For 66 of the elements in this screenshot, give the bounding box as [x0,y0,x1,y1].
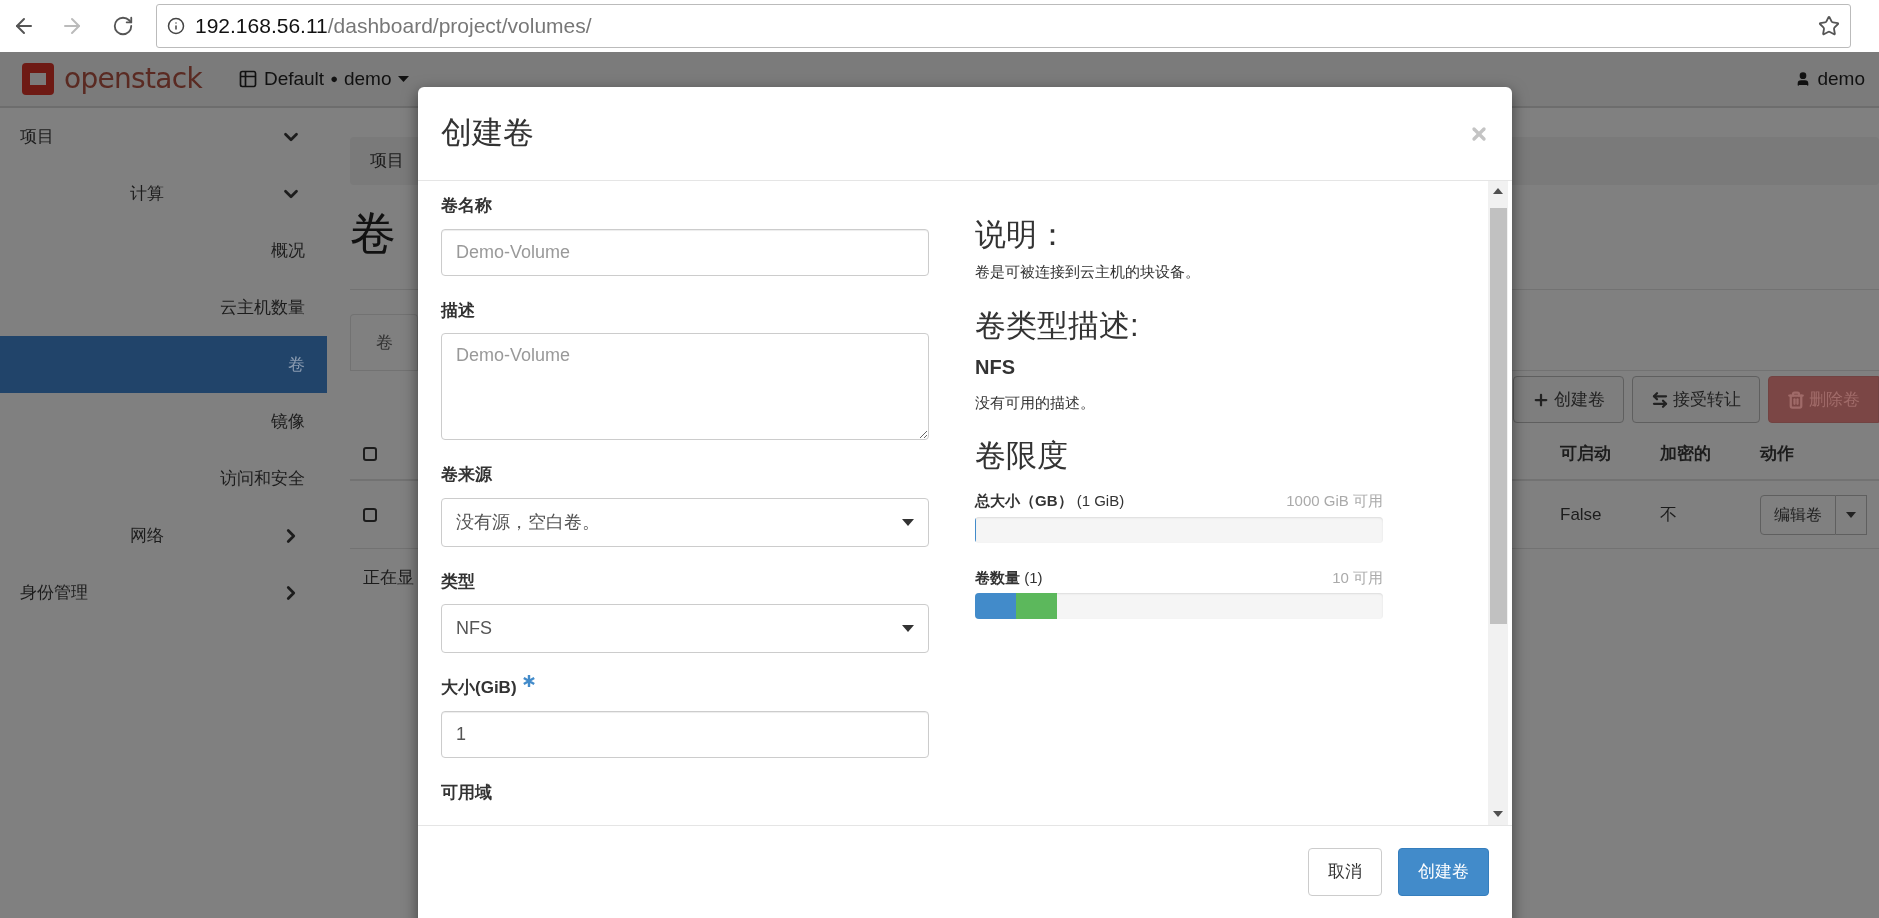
field-label: 大小(GiB) [441,677,517,699]
section-heading: 卷限度 [975,437,1069,475]
field-label: 可用域 [441,781,492,804]
sidebar-item[interactable]: 项目 [0,108,327,165]
column-header: 加密的 [1660,443,1712,466]
section-heading: 说明： [975,216,1069,254]
logo-icon [20,61,56,97]
page-title: 卷 [350,206,396,261]
limit-label: 卷数量 (1) [975,567,1043,588]
limit-available: 1000 GiB 可用 [1286,491,1383,511]
sidebar-item[interactable]: 云主机数量 [0,279,327,336]
sidebar-item[interactable]: 概况 [0,222,327,279]
logo-text: openstack [64,61,202,97]
scrollbar[interactable] [1488,181,1508,825]
project-selector[interactable]: Default ● demo [237,64,409,94]
modal-title: 创建卷 [441,114,534,153]
table-cell-text: 不 [1660,503,1678,526]
scroll-up-icon[interactable] [1493,188,1503,194]
description-text: 卷是可被连接到云主机的块设备。 [975,262,1201,282]
text-field[interactable]: 1 [441,710,929,758]
swap-arrows-icon [1651,390,1669,409]
caret-icon [397,76,409,82]
checkbox[interactable] [363,507,377,522]
action-button[interactable]: 创建卷 [1513,376,1624,423]
address-bar[interactable]: 192.168.56.11/dashboard/project/volumes/ [156,4,1851,48]
column-header: 可启动 [1560,443,1612,466]
scroll-down-icon[interactable] [1493,811,1503,817]
description-text: 没有可用的描述。 [975,392,1096,413]
sidebar-item[interactable]: 计算 [0,165,327,222]
reload-icon[interactable] [112,15,134,37]
sidebar-item[interactable]: 镜像 [0,393,327,450]
field-label: 卷来源 [441,464,492,486]
create-button[interactable]: 创建卷 [1398,848,1489,896]
text-field[interactable]: Demo-Volume [441,228,929,276]
caret-icon [902,625,914,632]
select-field[interactable]: 没有源，空白卷。 [441,497,929,547]
textarea-field[interactable]: Demo-Volume [441,333,929,440]
action-button[interactable]: 接受转让 [1632,376,1760,423]
field-label: 描述 [441,299,475,322]
caret-icon [1846,511,1856,518]
sidebar-item[interactable]: 网络 [0,507,327,564]
field-label: 类型 [441,570,475,593]
trash-icon [1787,390,1805,409]
cancel-button[interactable]: 取消 [1308,848,1382,896]
url-text: 192.168.56.11/dashboard/project/volumes/ [195,13,592,40]
info-icon [167,17,185,35]
dropdown-toggle[interactable] [1836,494,1867,535]
user-menu[interactable]: demo [1795,64,1865,94]
column-header: 动作 [1760,443,1795,466]
limit-label: 总大小（GB） (1 GiB) [975,491,1125,511]
caret-icon [902,518,914,526]
bookmark-star-icon[interactable] [1818,15,1840,37]
select-field[interactable]: NFS [441,604,929,653]
table-cell-text: False [1560,503,1603,526]
sidebar-item[interactable]: 卷 [0,336,327,393]
volume-type-name: NFS [975,354,1016,380]
sidebar-item[interactable]: 身份管理 [0,564,327,621]
table-footer-text: 正在显 [363,567,414,589]
checkbox[interactable] [363,447,377,461]
sidebar-item[interactable]: 访问和安全 [0,450,327,507]
field-label: 卷名称 [441,195,492,217]
edit-button[interactable]: 编辑卷 [1760,494,1836,535]
breadcrumb-link[interactable]: 项目 [370,148,404,174]
limit-available: 10 可用 [1332,567,1383,588]
section-heading: 卷类型描述: [975,306,1140,345]
scrollbar-thumb[interactable] [1489,208,1507,624]
